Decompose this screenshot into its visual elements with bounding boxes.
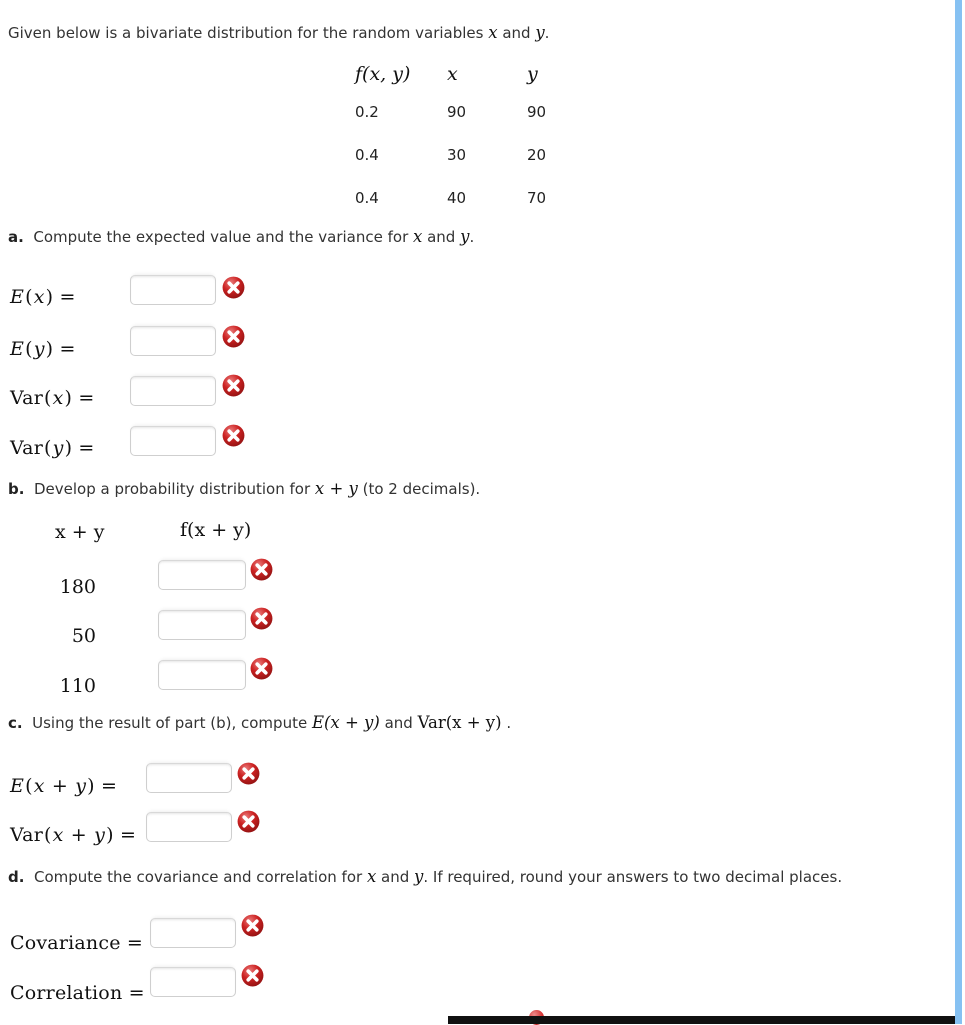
part-d-prompt: d. Compute the covariance and correlatio… bbox=[8, 867, 842, 887]
part-b-text-after: (to 2 decimals). bbox=[357, 480, 481, 498]
error-x-circle-icon bbox=[249, 656, 274, 681]
cell-x: 30 bbox=[447, 145, 467, 164]
intro-text-before: Given below is a bivariate distribution … bbox=[8, 24, 489, 42]
error-x-circle-icon bbox=[249, 557, 274, 582]
error-x-circle-icon bbox=[249, 606, 274, 631]
row-value-x-plus-y: 180 bbox=[59, 576, 96, 598]
table-row: 0.4 30 20 bbox=[355, 133, 587, 176]
part-c-text-before: Using the result of part (b), compute bbox=[32, 714, 312, 732]
input-expected-value-x-plus-y[interactable] bbox=[146, 763, 232, 793]
intro-var-x: x bbox=[488, 23, 498, 42]
table-row: 0.4 40 70 bbox=[355, 176, 587, 219]
label-expected-value-x: E(x) = bbox=[10, 286, 76, 308]
part-c-expr-expected: E(x + y) bbox=[311, 713, 380, 732]
table-header-row: f(x, y) x y bbox=[355, 58, 587, 90]
input-variance-x-plus-y[interactable] bbox=[146, 812, 232, 842]
error-x-circle-icon bbox=[236, 761, 261, 786]
intro-text-after: . bbox=[544, 24, 550, 42]
error-x-circle-icon bbox=[221, 324, 246, 349]
part-d-var-x: x bbox=[366, 867, 377, 886]
cell-y: 20 bbox=[527, 145, 547, 164]
label-variance-x-plus-y: Var(x + y) = bbox=[10, 824, 137, 846]
table-row: 0.2 90 90 bbox=[355, 90, 587, 133]
part-a-text-before: Compute the expected value and the varia… bbox=[33, 228, 414, 246]
label-expected-value-x-plus-y: E(x + y) = bbox=[10, 775, 118, 797]
part-c-marker: c. bbox=[8, 714, 23, 732]
cell-x: 90 bbox=[447, 102, 467, 121]
error-x-circle-icon bbox=[240, 963, 265, 988]
part-d-marker: d. bbox=[8, 868, 25, 886]
input-variance-y[interactable] bbox=[130, 426, 216, 456]
part-c-prompt: c. Using the result of part (b), compute… bbox=[8, 713, 511, 733]
row-value-x-plus-y: 50 bbox=[71, 625, 96, 647]
input-probability-110[interactable] bbox=[158, 660, 246, 690]
intro-var-y: y bbox=[535, 23, 545, 42]
cell-y: 90 bbox=[527, 102, 547, 121]
vertical-scrollbar-thumb[interactable] bbox=[955, 0, 962, 1024]
part-a-var-x: x bbox=[413, 227, 423, 246]
cell-f: 0.4 bbox=[355, 145, 379, 164]
error-x-circle-icon bbox=[240, 913, 265, 938]
header-f-xy: f(x, y) bbox=[355, 63, 411, 85]
row-value-x-plus-y: 110 bbox=[59, 675, 96, 697]
cell-f: 0.2 bbox=[355, 102, 379, 121]
worksheet-page: Given below is a bivariate distribution … bbox=[0, 0, 960, 1025]
input-variance-x[interactable] bbox=[130, 376, 216, 406]
part-d-var-y: y bbox=[414, 867, 424, 886]
part-a-marker: a. bbox=[8, 228, 24, 246]
label-correlation: Correlation = bbox=[10, 982, 145, 1004]
intro-text-mid: and bbox=[497, 24, 536, 42]
input-expected-value-x[interactable] bbox=[130, 275, 216, 305]
error-x-circle-icon bbox=[221, 423, 246, 448]
input-probability-50[interactable] bbox=[158, 610, 246, 640]
part-a-text-after: . bbox=[469, 228, 475, 246]
cell-f: 0.4 bbox=[355, 188, 379, 207]
intro-text: Given below is a bivariate distribution … bbox=[8, 23, 549, 43]
header-x: x bbox=[447, 63, 458, 85]
part-d-text-before: Compute the covariance and correlation f… bbox=[33, 868, 367, 886]
bivariate-distribution-table: f(x, y) x y 0.2 90 90 0.4 30 20 0.4 40 7… bbox=[355, 58, 587, 219]
input-probability-180[interactable] bbox=[158, 560, 246, 590]
part-d-text-after: . If required, round your answers to two… bbox=[423, 868, 843, 886]
bottom-toolbar-edge bbox=[448, 1016, 960, 1024]
part-d-text-mid: and bbox=[376, 868, 415, 886]
input-covariance[interactable] bbox=[150, 918, 236, 948]
part-c-text-mid: and bbox=[379, 714, 418, 732]
input-expected-value-y[interactable] bbox=[130, 326, 216, 356]
part-a-text-mid: and bbox=[422, 228, 461, 246]
part-b-prompt: b. Develop a probability distribution fo… bbox=[8, 479, 480, 499]
error-x-circle-icon bbox=[221, 275, 246, 300]
cell-x: 40 bbox=[447, 188, 467, 207]
label-variance-x: Var(x) = bbox=[10, 387, 95, 409]
vertical-scrollbar[interactable] bbox=[955, 0, 965, 1024]
part-b-expr: x + y bbox=[314, 479, 358, 498]
header-y: y bbox=[527, 63, 538, 85]
input-correlation[interactable] bbox=[150, 967, 236, 997]
column-header-f-x-plus-y: f(x + y) bbox=[180, 519, 252, 541]
part-b-marker: b. bbox=[8, 480, 25, 498]
label-expected-value-y: E(y) = bbox=[10, 338, 76, 360]
column-header-x-plus-y: x + y bbox=[55, 521, 105, 543]
part-a-prompt: a. Compute the expected value and the va… bbox=[8, 227, 474, 247]
part-c-expr-variance: Var(x + y) bbox=[417, 713, 502, 732]
label-covariance: Covariance = bbox=[10, 932, 144, 954]
cell-y: 70 bbox=[527, 188, 547, 207]
label-variance-y: Var(y) = bbox=[10, 437, 95, 459]
part-c-text-after: . bbox=[501, 714, 512, 732]
error-x-circle-icon bbox=[236, 809, 261, 834]
part-b-text-before: Develop a probability distribution for bbox=[33, 480, 315, 498]
error-x-circle-icon bbox=[221, 373, 246, 398]
